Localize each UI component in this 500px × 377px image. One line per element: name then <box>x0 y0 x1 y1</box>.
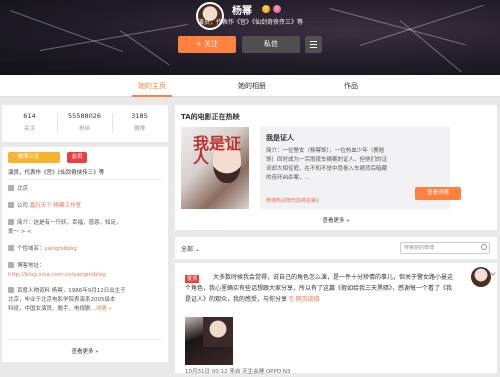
movie-detail-button[interactable]: 查看详情 <box>415 187 461 200</box>
location-icon <box>8 185 14 191</box>
profile-description: 演员，代表作《宫》《仙剑奇侠传三》等 <box>198 19 304 26</box>
blog-link[interactable]: http://blog.sina.com.cn/yangmiblog <box>8 272 106 278</box>
followers-count: 55588026 <box>67 112 102 120</box>
intro-row: 简介：这是有一只妖，幸福，感恩，知足， 爱～ > < <box>8 219 164 237</box>
female-icon: ♀ <box>273 5 281 13</box>
vip-badge[interactable]: 会员 <box>67 152 87 163</box>
movie-rank-link[interactable]: 微博热议榜日前排名第1 <box>266 197 319 204</box>
following-stat[interactable]: 614 关注 <box>2 112 57 132</box>
intro-line-3: 爱～ > < <box>8 229 32 235</box>
posts-count: 3185 <box>131 112 148 120</box>
profile-more-link[interactable]: 查看更多 » <box>2 347 168 355</box>
search-icon[interactable] <box>481 244 487 250</box>
follow-button[interactable]: + 关注 <box>178 36 236 53</box>
movie-name[interactable]: 我是证人 <box>266 133 294 143</box>
movie-poster[interactable]: 我是证人 <box>181 127 249 209</box>
blog-row: 博客地址： http://blog.sina.com.cn/yangmiblog <box>8 262 164 280</box>
profile-cover: 杨幂 V ♀ 演员，代表作《宫》《仙剑奇侠传三》等 + 关注 私信 <box>0 0 500 75</box>
baike-line-3: 科班，中国女演员、歌手、电视剧... <box>8 306 96 312</box>
stats-card: 614 关注 55588026 粉丝 3185 微博 <box>2 105 168 142</box>
domain-row: 个性域名：yangmiblog <box>8 245 164 254</box>
intro-line-1: 简介：这是有一只妖 <box>17 220 67 226</box>
baike-line-1: 百度人物资料 杨幂，1986年9月12日出生于 <box>17 288 126 294</box>
weibo-post: 置顶 大多数时候我会觉得，说自己的角色怎么演，是一件十分矫情的事儿，但关于警女路… <box>175 263 497 375</box>
post-meta: 10月31日 00:12 来自 天生会睡 OPPO N3 <box>185 369 291 375</box>
profile-info-card: ✓ 微博认证 会员 演员，代表作《宫》《仙剑奇侠传三》等 北京 公司 嘉行天下 … <box>2 147 168 362</box>
message-button[interactable]: 私信 <box>242 36 300 53</box>
movie-description: 简介：一位警女（杨幂饰），一位热血少年（鹿晗饰）同时成为一宗雨夜车祸案的证人，但… <box>266 148 388 181</box>
post-text: 大多数时候我会觉得，说自己的角色怎么演，是一件十分矫情的事儿，但关于警女路小曼这… <box>185 272 455 305</box>
verify-badge[interactable]: ✓ 微博认证 <box>8 152 60 163</box>
company-row: 公司 嘉行天下 杨幂工作室 <box>8 202 164 211</box>
menu-icon[interactable] <box>305 36 322 53</box>
profile-name: 杨幂 <box>232 6 252 17</box>
author-avatar[interactable] <box>471 267 491 287</box>
blog-icon <box>8 262 14 268</box>
baike-more-link[interactable]: 详情 » <box>96 306 112 312</box>
tab-album[interactable]: 她的相册 <box>232 75 272 97</box>
tab-works[interactable]: 作品 <box>336 75 366 97</box>
domain-link[interactable]: yangmiblog <box>45 246 77 252</box>
intro-icon <box>8 219 14 225</box>
location-row: 北京 <box>8 185 164 194</box>
intro-line-2: ，幸福，感恩，知足， <box>66 220 122 226</box>
feed-toolbar: 全部 ⌄ 搜索她的微博 <box>175 237 497 259</box>
post-image-face <box>203 317 233 347</box>
location-text: 北京 <box>17 186 29 192</box>
post-link-label: 网页链接 <box>295 296 320 303</box>
blog-prefix: 博客地址： <box>17 263 45 269</box>
domain-prefix: 个性域名： <box>17 246 45 252</box>
divider <box>8 339 162 340</box>
posts-stat[interactable]: 3185 微博 <box>112 112 167 132</box>
chevron-down-icon: ⌄ <box>194 246 200 253</box>
baike-icon <box>8 287 14 293</box>
feed-search-placeholder: 搜索她的微博 <box>404 245 435 251</box>
movie-section-title: TA的电影正在热映 <box>181 113 240 121</box>
post-web-link[interactable]: ⎘ 网页链接 <box>289 296 320 303</box>
divider <box>8 179 162 180</box>
following-label: 关注 <box>23 126 35 132</box>
verify-label: 微博认证 <box>17 154 40 160</box>
verified-icon: V <box>262 5 270 13</box>
company-link[interactable]: 嘉行天下 杨幂工作室 <box>30 203 81 209</box>
feed-filter[interactable]: 全部 ⌄ <box>181 244 200 253</box>
feed-filter-label: 全部 <box>181 246 194 253</box>
chevron-down-icon[interactable] <box>490 270 496 276</box>
followers-stat[interactable]: 55588026 粉丝 <box>57 112 112 132</box>
briefcase-icon <box>8 202 14 208</box>
movie-more-link[interactable]: 查看更多 » <box>175 216 497 224</box>
movie-card: TA的电影正在热映 我是证人 我是证人 简介：一位警女（杨幂饰），一位热血少年（… <box>175 105 497 230</box>
baike-row: 百度人物资料 杨幂，1986年9月12日出生于 北京，毕业于北京电影学院表演系2… <box>8 287 164 314</box>
poster-title: 我是证人 <box>193 134 242 167</box>
tab-home[interactable]: 她的主页 <box>132 75 172 97</box>
posts-label: 微博 <box>133 126 145 132</box>
following-count: 614 <box>23 112 36 120</box>
feed-search-input[interactable]: 搜索她的微博 <box>400 242 490 254</box>
baike-line-2: 北京，毕业于北京电影学院表演系2005级本 <box>8 297 116 303</box>
company-prefix: 公司 <box>17 203 29 209</box>
profile-tabs: 她的主页 她的相册 作品 <box>0 75 500 97</box>
verified-role: 演员，代表作《宫》《仙剑奇侠传三》等 <box>8 170 105 176</box>
globe-icon <box>8 245 14 251</box>
followers-label: 粉丝 <box>78 126 90 132</box>
